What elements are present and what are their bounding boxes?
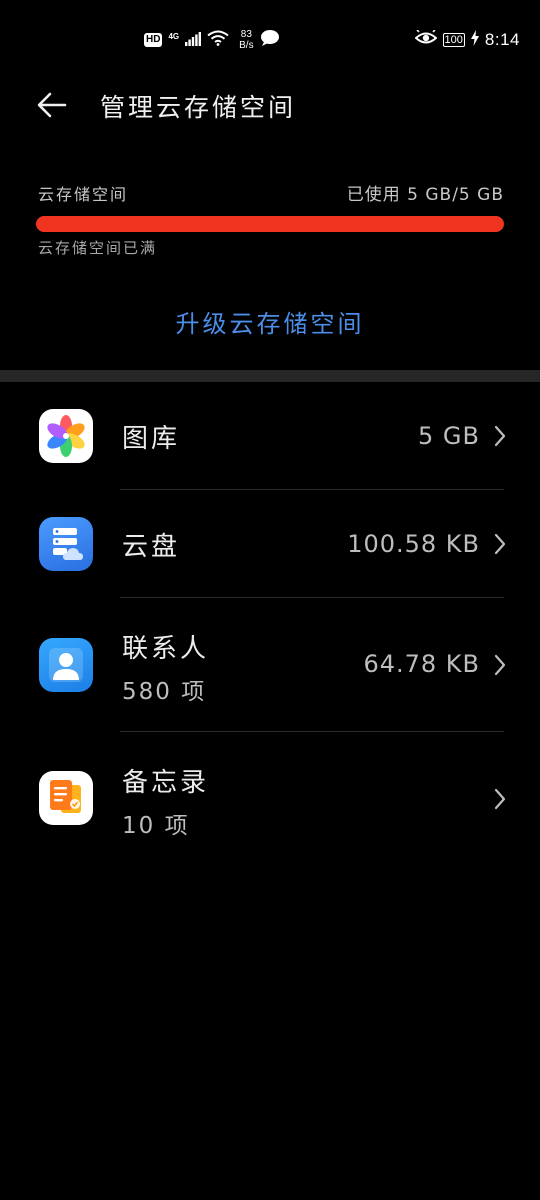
network-speed: 83 B/s (239, 29, 253, 51)
network-type: 4G (168, 31, 180, 41)
storage-progress-bar (36, 216, 504, 232)
notes-icon (39, 771, 93, 825)
hd-badge: HD (144, 33, 163, 47)
list-item-title: 图库 (122, 424, 181, 454)
storage-label: 云存储空间 (38, 185, 129, 204)
contacts-icon (39, 638, 93, 692)
signal-icon (185, 31, 202, 50)
list-item-title: 备忘录 (122, 768, 210, 798)
chevron-right-icon (494, 425, 506, 447)
list-item-size: 5 GB (418, 422, 480, 450)
status-bar: HD 4G 83 B/s 100 8:14 (0, 0, 540, 80)
network-speed-value: 83 (240, 29, 252, 40)
chevron-right-icon (494, 654, 506, 676)
chevron-right-icon (494, 788, 506, 810)
message-icon (260, 29, 280, 51)
status-bar-right-group: 100 8:14 (414, 28, 520, 52)
gallery-icon (39, 409, 93, 463)
storage-full-message: 云存储空间已满 (38, 239, 158, 257)
clock: 8:14 (484, 30, 520, 49)
chevron-right-icon (494, 533, 506, 555)
wifi-icon (207, 30, 229, 50)
charging-icon (470, 30, 479, 50)
storage-used-text: 已使用 5 GB/5 GB (346, 185, 504, 205)
list-item-title: 联系人 (122, 634, 210, 664)
network-speed-unit: B/s (239, 40, 254, 51)
list-item-size: 100.58 KB (347, 530, 480, 558)
app-header: 管理云存储空间 (0, 80, 540, 130)
list-item-title: 云盘 (122, 532, 181, 562)
list-item-contacts[interactable]: 联系人 580 项 64.78 KB (0, 598, 540, 732)
storage-progress-fill (36, 216, 504, 232)
upgrade-storage-button[interactable]: 升级云存储空间 (0, 304, 540, 339)
list-item-size: 64.78 KB (363, 650, 480, 678)
eye-comfort-icon (414, 28, 438, 50)
list-item-notes[interactable]: 备忘录 10 项 (0, 732, 540, 866)
status-bar-left-group: HD 4G 83 B/s (144, 28, 280, 52)
list-item-gallery[interactable]: 图库 5 GB (0, 382, 540, 490)
section-divider (0, 370, 540, 382)
battery-level: 100 (442, 33, 465, 47)
page-title: 管理云存储空间 (100, 93, 297, 122)
back-arrow-icon (37, 92, 67, 118)
back-button[interactable] (34, 87, 70, 123)
cloud-drive-icon (39, 517, 93, 571)
list-item-count: 10 项 (122, 813, 190, 839)
list-item-cloud-drive[interactable]: 云盘 100.58 KB (0, 490, 540, 598)
list-item-count: 580 项 (122, 679, 207, 705)
